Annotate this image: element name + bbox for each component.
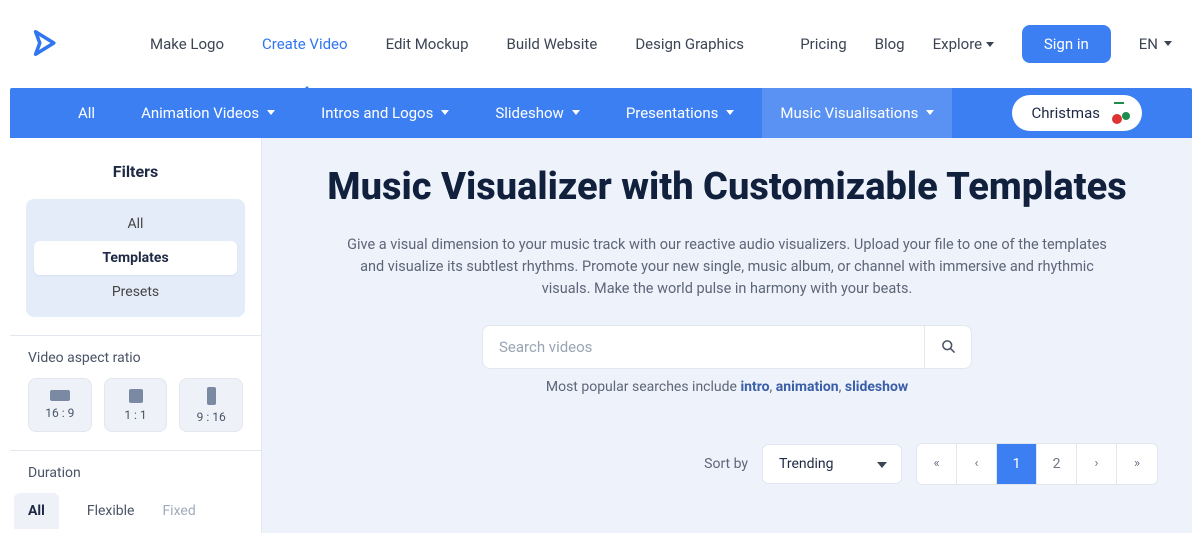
- cat-intros-logos[interactable]: Intros and Logos: [303, 88, 467, 138]
- nav-make-logo[interactable]: Make Logo: [150, 35, 224, 53]
- aspect-1-1[interactable]: 1 : 1: [104, 378, 168, 432]
- aspect-9-16[interactable]: 9 : 16: [179, 378, 243, 432]
- sort-label: Sort by: [704, 456, 748, 472]
- nav-design-graphics[interactable]: Design Graphics: [635, 35, 744, 53]
- chevron-down-icon: [926, 108, 934, 116]
- popular-searches: Most popular searches include intro, ani…: [296, 379, 1158, 395]
- popular-link-intro[interactable]: intro: [740, 379, 769, 395]
- sort-value: Trending: [779, 456, 834, 472]
- pager-next[interactable]: ›: [1077, 444, 1117, 484]
- active-tab-pointer-icon: [297, 86, 317, 96]
- nav-pricing[interactable]: Pricing: [800, 35, 846, 53]
- nav-blog[interactable]: Blog: [875, 35, 905, 53]
- filter-mode-presets[interactable]: Presets: [34, 275, 237, 309]
- pager-page-2[interactable]: 2: [1037, 444, 1077, 484]
- logo[interactable]: [30, 29, 60, 59]
- nav-explore[interactable]: Explore: [933, 35, 994, 53]
- cat-animation-videos[interactable]: Animation Videos: [123, 88, 293, 138]
- duration-fixed[interactable]: Fixed: [162, 493, 195, 529]
- aspect-wide-icon: [50, 390, 70, 401]
- cat-label: Slideshow: [495, 104, 563, 122]
- aspect-tall-icon: [207, 387, 216, 405]
- cat-christmas[interactable]: Christmas: [1012, 95, 1142, 131]
- language-selector[interactable]: EN: [1139, 35, 1172, 53]
- filter-mode-all[interactable]: All: [34, 207, 237, 241]
- search-input[interactable]: [482, 325, 924, 369]
- aspect-16-9[interactable]: 16 : 9: [28, 378, 92, 432]
- pager-prev[interactable]: ‹: [957, 444, 997, 484]
- nav-edit-mockup[interactable]: Edit Mockup: [386, 35, 469, 53]
- chevron-down-icon: [986, 40, 994, 48]
- signin-button[interactable]: Sign in: [1022, 25, 1111, 63]
- christmas-ornament-icon: [1108, 102, 1130, 124]
- cat-label: Presentations: [626, 104, 719, 122]
- page-description: Give a visual dimension to your music tr…: [347, 234, 1107, 301]
- chevron-down-icon: [267, 108, 275, 116]
- aspect-ratio-label: Video aspect ratio: [10, 350, 261, 378]
- filter-mode-templates[interactable]: Templates: [34, 241, 237, 275]
- cat-label: Animation Videos: [141, 104, 259, 122]
- cat-presentations[interactable]: Presentations: [608, 88, 753, 138]
- cat-music-visualisations[interactable]: Music Visualisations: [762, 88, 952, 138]
- cat-label: Music Visualisations: [780, 104, 918, 122]
- language-label: EN: [1139, 35, 1158, 53]
- nav-create-video[interactable]: Create Video: [262, 35, 348, 53]
- popular-prefix: Most popular searches include: [546, 379, 741, 395]
- chevron-down-icon: [1164, 39, 1172, 47]
- aspect-square-icon: [129, 389, 143, 403]
- pager-last[interactable]: »: [1117, 444, 1157, 484]
- pagination: « ‹ 1 2 › »: [916, 443, 1158, 485]
- pager-first[interactable]: «: [917, 444, 957, 484]
- duration-flexible[interactable]: Flexible: [87, 493, 135, 529]
- filters-title: Filters: [10, 156, 261, 199]
- cat-all[interactable]: All: [60, 88, 113, 138]
- christmas-label: Christmas: [1032, 104, 1100, 122]
- search-icon: [941, 339, 956, 354]
- caret-down-icon: [877, 462, 887, 468]
- filters-sidebar: Filters All Templates Presets Video aspe…: [10, 138, 262, 533]
- aspect-label: 9 : 16: [197, 410, 226, 424]
- chevron-down-icon: [441, 108, 449, 116]
- popular-link-slideshow[interactable]: slideshow: [845, 379, 908, 395]
- duration-all[interactable]: All: [14, 493, 59, 529]
- search-button[interactable]: [924, 325, 972, 369]
- chevron-down-icon: [726, 108, 734, 116]
- cat-label: Intros and Logos: [321, 104, 433, 122]
- pager-page-1[interactable]: 1: [997, 444, 1037, 484]
- page-title: Music Visualizer with Customizable Templ…: [317, 164, 1137, 212]
- aspect-label: 1 : 1: [124, 408, 146, 422]
- aspect-label: 16 : 9: [45, 406, 74, 420]
- nav-build-website[interactable]: Build Website: [507, 35, 598, 53]
- nav-explore-label: Explore: [933, 35, 983, 53]
- chevron-down-icon: [572, 108, 580, 116]
- filter-mode-group: All Templates Presets: [26, 199, 245, 317]
- popular-link-animation[interactable]: animation: [776, 379, 839, 395]
- sort-select[interactable]: Trending: [762, 444, 902, 484]
- duration-label: Duration: [10, 465, 261, 493]
- cat-slideshow[interactable]: Slideshow: [477, 88, 597, 138]
